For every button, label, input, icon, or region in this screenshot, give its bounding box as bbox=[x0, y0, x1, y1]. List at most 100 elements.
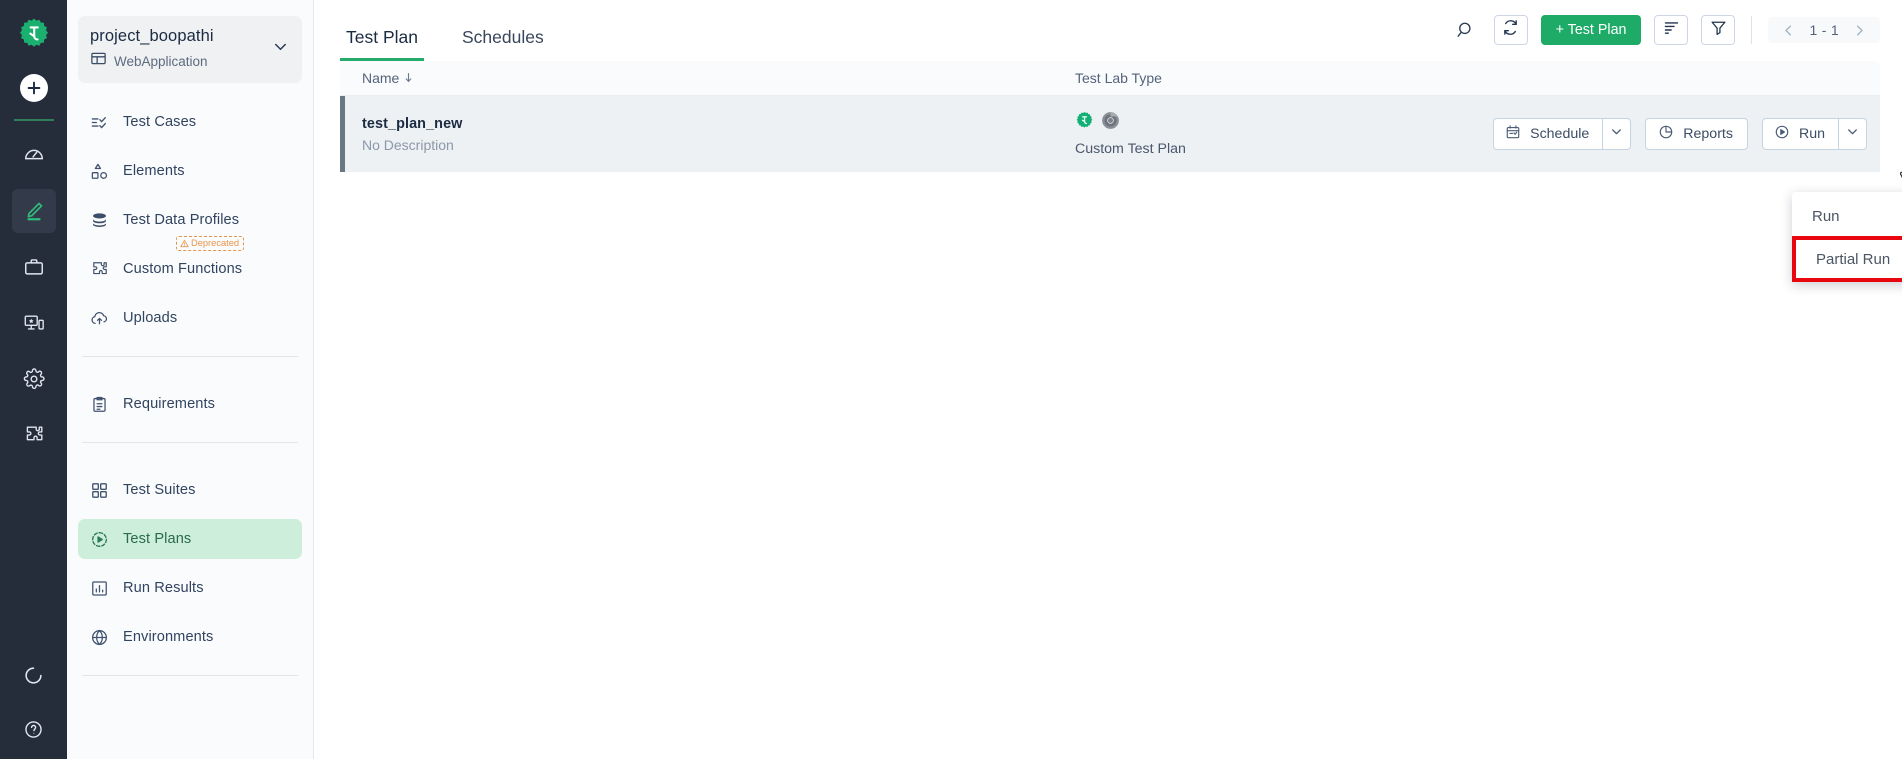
pagination-range: 1 - 1 bbox=[1809, 22, 1839, 38]
menu-item-partial-run[interactable]: Partial Run bbox=[1792, 236, 1902, 282]
filter-button[interactable] bbox=[1701, 15, 1736, 45]
sidebar: project_boopathi WebApplication Test Cas… bbox=[67, 0, 314, 759]
table-row[interactable]: test_plan_new No Description Custom Test… bbox=[340, 96, 1880, 172]
sidebar-item-label: Custom Functions bbox=[123, 261, 243, 277]
schedule-button[interactable]: Schedule bbox=[1493, 118, 1603, 150]
project-name: project_boopathi bbox=[90, 27, 214, 45]
upload-cloud-icon bbox=[90, 309, 109, 328]
rail-item-test-labs[interactable] bbox=[12, 301, 56, 345]
sort-icon bbox=[1663, 19, 1680, 41]
sidebar-item-label: Test Suites bbox=[123, 482, 196, 498]
sidebar-item-label: Elements bbox=[123, 163, 185, 179]
globe-icon bbox=[90, 628, 109, 647]
cell-test-lab-type: Custom Test Plan bbox=[1075, 111, 1475, 157]
sidebar-item-uploads[interactable]: Uploads bbox=[78, 298, 302, 338]
sidebar-item-label: Environments bbox=[123, 629, 214, 645]
sidebar-item-label: Run Results bbox=[123, 580, 204, 596]
rail-item-status[interactable] bbox=[12, 653, 56, 697]
chevron-down-icon bbox=[1845, 124, 1860, 144]
chevron-down-icon bbox=[1609, 124, 1624, 144]
test-plan-name[interactable]: test_plan_new bbox=[362, 116, 1075, 132]
sidebar-item-label: Test Plans bbox=[123, 531, 192, 547]
sidebar-item-custom-functions[interactable]: Custom Functions Deprecated bbox=[78, 236, 302, 289]
play-circle-icon bbox=[1774, 124, 1790, 144]
sidebar-item-elements[interactable]: Elements bbox=[78, 151, 302, 191]
bar-chart-icon bbox=[90, 579, 109, 598]
refresh-icon bbox=[1502, 19, 1519, 41]
rail-item-dashboard[interactable] bbox=[12, 133, 56, 177]
deprecated-badge: Deprecated bbox=[176, 236, 245, 251]
rail-item-help[interactable] bbox=[12, 707, 56, 751]
nav-group-3: Test Suites Test Plans Run Results Envir… bbox=[78, 451, 302, 657]
sidebar-item-environments[interactable]: Environments bbox=[78, 617, 302, 657]
testsigma-gear-icon bbox=[1075, 111, 1094, 135]
chrome-icon bbox=[1101, 111, 1120, 135]
column-header-label: Name bbox=[362, 70, 400, 86]
tab-bar: Test Plan Schedules bbox=[340, 0, 550, 61]
lab-type-label: Custom Test Plan bbox=[1075, 141, 1186, 157]
rail-item-projects[interactable] bbox=[12, 245, 56, 289]
play-circle-icon bbox=[90, 530, 109, 549]
chevron-right-icon[interactable] bbox=[1852, 23, 1867, 38]
database-icon bbox=[90, 211, 109, 230]
pagination: 1 - 1 bbox=[1768, 17, 1880, 43]
toolbar: + Test Plan 1 - 1 bbox=[1451, 15, 1880, 61]
sort-button[interactable] bbox=[1654, 15, 1689, 45]
test-plan-description: No Description bbox=[362, 136, 454, 153]
filter-icon bbox=[1710, 19, 1727, 41]
tab-test-plan[interactable]: Test Plan bbox=[340, 27, 424, 61]
menu-item-run[interactable]: Run bbox=[1792, 198, 1902, 235]
run-dropdown-menu: Run Partial Run bbox=[1792, 192, 1902, 282]
run-dropdown-toggle[interactable] bbox=[1838, 118, 1867, 150]
clipboard-icon bbox=[90, 395, 109, 414]
refresh-button[interactable] bbox=[1493, 15, 1528, 45]
reports-button[interactable]: Reports bbox=[1645, 118, 1748, 150]
puzzle-icon bbox=[90, 260, 109, 279]
sidebar-divider-bottom bbox=[82, 675, 298, 676]
toolbar-divider bbox=[1751, 16, 1753, 44]
reports-button-label: Reports bbox=[1683, 126, 1733, 142]
run-split-button: Run bbox=[1761, 118, 1867, 150]
lab-icon-group bbox=[1075, 111, 1475, 135]
rail-item-settings[interactable] bbox=[12, 357, 56, 401]
search-icon[interactable] bbox=[1451, 15, 1481, 45]
schedule-split-button: Schedule bbox=[1493, 118, 1632, 150]
sidebar-item-label: Requirements bbox=[123, 396, 216, 412]
project-type: WebApplication bbox=[114, 53, 208, 69]
nav-group-2: Requirements bbox=[78, 365, 302, 424]
sidebar-item-label: Uploads bbox=[123, 310, 178, 326]
sidebar-item-test-plans[interactable]: Test Plans bbox=[78, 519, 302, 559]
rail-item-create[interactable] bbox=[11, 189, 56, 233]
tab-schedules[interactable]: Schedules bbox=[456, 27, 550, 61]
app-root: project_boopathi WebApplication Test Cas… bbox=[0, 0, 1902, 759]
project-selector[interactable]: project_boopathi WebApplication bbox=[78, 16, 302, 83]
sidebar-item-test-cases[interactable]: Test Cases bbox=[78, 102, 302, 142]
top-bar: Test Plan Schedules + Test Plan 1 - 1 bbox=[314, 0, 1902, 61]
schedule-dropdown-toggle[interactable] bbox=[1602, 118, 1632, 150]
table-header-row: Name Test Lab Type bbox=[340, 61, 1880, 96]
main-content: Test Plan Schedules + Test Plan 1 - 1 Na… bbox=[314, 0, 1902, 759]
rail-item-addons[interactable] bbox=[12, 413, 56, 457]
sidebar-item-requirements[interactable]: Requirements bbox=[78, 384, 302, 424]
calendar-icon bbox=[1505, 124, 1521, 144]
deprecated-badge-label: Deprecated bbox=[191, 238, 240, 248]
testsigma-logo-icon[interactable] bbox=[14, 14, 54, 54]
sidebar-item-test-suites[interactable]: Test Suites bbox=[78, 470, 302, 510]
test-plan-table: Name Test Lab Type test_plan_new No Desc bbox=[314, 61, 1902, 172]
column-header-name[interactable]: Name bbox=[340, 70, 1075, 86]
sidebar-item-run-results[interactable]: Run Results bbox=[78, 568, 302, 608]
run-button[interactable]: Run bbox=[1761, 118, 1838, 150]
sidebar-item-label: Test Data Profiles bbox=[123, 212, 240, 228]
sort-arrow-icon[interactable] bbox=[403, 70, 414, 86]
sidebar-item-test-data-profiles[interactable]: Test Data Profiles bbox=[78, 200, 302, 240]
row-actions: Schedule Reports Run bbox=[1475, 118, 1880, 150]
chevron-down-icon[interactable] bbox=[271, 37, 290, 61]
create-test-plan-button[interactable]: + Test Plan bbox=[1540, 15, 1642, 45]
rail-divider bbox=[13, 119, 54, 121]
chevron-left-icon[interactable] bbox=[1781, 23, 1796, 38]
add-button[interactable] bbox=[19, 74, 48, 102]
grid-icon bbox=[90, 481, 109, 500]
nav-group-1: Test Cases Elements Test Data Profiles C… bbox=[78, 83, 302, 338]
icon-rail bbox=[0, 0, 67, 759]
sidebar-divider bbox=[82, 356, 298, 357]
